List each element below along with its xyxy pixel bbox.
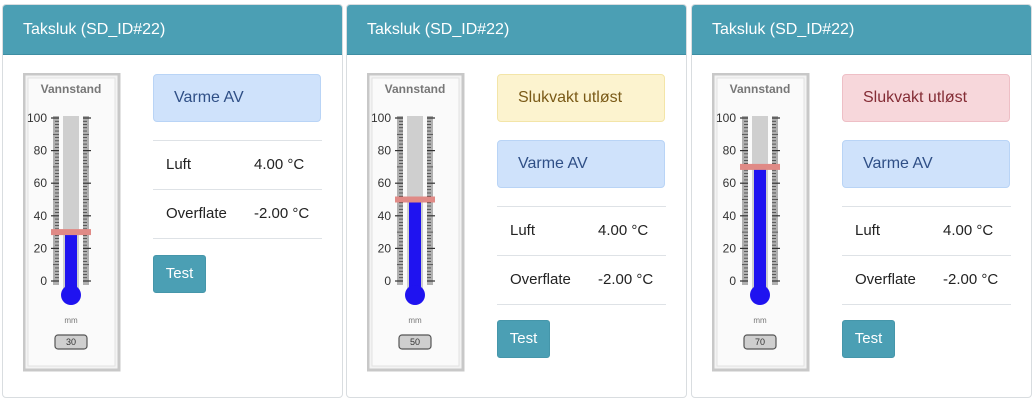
tick-rail-right — [772, 116, 778, 285]
reading-value: 4.00 °C — [254, 156, 305, 173]
reading-label: Luft — [855, 222, 881, 239]
reading-label: Luft — [510, 222, 536, 239]
reading-value: 4.00 °C — [943, 222, 994, 239]
tick-label: 60 — [723, 176, 737, 190]
tick-label: 40 — [723, 209, 737, 223]
tick-label: 60 — [34, 176, 48, 190]
reading-label: Overflate — [855, 271, 916, 288]
value-readout: 30 — [66, 337, 76, 347]
table-row: Luft 4.00 °C — [842, 207, 1011, 256]
drain-alarm-alert: Slukvakt utløst — [842, 74, 1010, 122]
gauge-svg: Vannstand 100 80 60 40 20 0 mm 70 — [712, 73, 810, 372]
readings-table: Luft 4.00 °C Overflate -2.00 °C — [842, 206, 1011, 305]
gauge-unit: mm — [64, 316, 78, 325]
tick-label: 40 — [34, 209, 48, 223]
tick-label: 100 — [716, 111, 736, 125]
heating-off-alert: Varme AV — [842, 140, 1010, 188]
tick-rail-right — [83, 116, 89, 285]
table-row: Luft 4.00 °C — [153, 141, 322, 190]
gauge-title: Vannstand — [41, 82, 102, 96]
gauge-title: Vannstand — [730, 82, 791, 96]
gauge-unit: mm — [753, 316, 767, 325]
gauge-fill — [409, 199, 421, 295]
table-row: Luft 4.00 °C — [497, 207, 666, 256]
value-readout: 70 — [755, 337, 765, 347]
table-row: Overflate -2.00 °C — [497, 256, 666, 305]
tick-rail-left — [742, 116, 748, 285]
tick-rail-left — [53, 116, 59, 285]
reading-value: 4.00 °C — [598, 222, 649, 239]
reading-value: -2.00 °C — [943, 271, 999, 288]
gauge-bulb — [750, 285, 770, 305]
gauge-title: Vannstand — [385, 82, 446, 96]
table-row: Overflate -2.00 °C — [842, 256, 1011, 305]
tick-label: 80 — [34, 144, 48, 158]
tick-label: 0 — [40, 274, 47, 288]
card-title: Taksluk (SD_ID#22) — [347, 5, 686, 55]
gauge-unit: mm — [408, 316, 422, 325]
water-level-gauge: Vannstand 100 80 60 40 20 0 mm 70 — [712, 73, 812, 373]
value-readout: 50 — [410, 337, 420, 347]
level-marker — [51, 229, 91, 236]
water-level-gauge: Vannstand 100 80 60 40 20 0 mm 50 — [367, 73, 467, 373]
level-marker — [395, 196, 435, 203]
heating-off-alert: Varme AV — [153, 74, 321, 122]
tick-label: 60 — [378, 176, 392, 190]
tick-label: 20 — [723, 241, 737, 255]
test-button[interactable]: Test — [153, 255, 206, 293]
sensor-card: Taksluk (SD_ID#22) Vannstand 100 80 60 40 20 0… — [2, 4, 343, 398]
tick-label: 0 — [384, 274, 391, 288]
gauge-svg: Vannstand 100 80 60 40 20 0 mm 50 — [367, 73, 465, 372]
tick-label: 20 — [34, 241, 48, 255]
reading-label: Luft — [166, 156, 192, 173]
tick-label: 100 — [27, 111, 47, 125]
reading-label: Overflate — [510, 271, 571, 288]
tick-label: 0 — [729, 274, 736, 288]
tick-label: 100 — [371, 111, 391, 125]
gauge-svg: Vannstand 100 80 60 40 20 0 mm 30 — [23, 73, 121, 372]
gauge-bulb — [61, 285, 81, 305]
water-level-gauge: Vannstand 100 80 60 40 20 0 mm 30 — [23, 73, 123, 373]
level-marker — [740, 163, 780, 170]
reading-value: -2.00 °C — [598, 271, 654, 288]
gauge-fill — [754, 166, 766, 295]
card-title: Taksluk (SD_ID#22) — [692, 5, 1031, 55]
test-button[interactable]: Test — [497, 320, 550, 358]
tick-label: 20 — [378, 241, 392, 255]
sensor-card: Taksluk (SD_ID#22) Vannstand 100 80 60 40 20 0… — [346, 4, 687, 398]
drain-alarm-alert: Slukvakt utløst — [497, 74, 665, 122]
heating-off-alert: Varme AV — [497, 140, 665, 188]
tick-label: 40 — [378, 209, 392, 223]
table-row: Overflate -2.00 °C — [153, 190, 322, 239]
reading-value: -2.00 °C — [254, 205, 310, 222]
sensor-card: Taksluk (SD_ID#22) Vannstand 100 80 60 40 20 0… — [691, 4, 1032, 398]
gauge-bulb — [405, 285, 425, 305]
tick-label: 80 — [378, 144, 392, 158]
reading-label: Overflate — [166, 205, 227, 222]
readings-table: Luft 4.00 °C Overflate -2.00 °C — [153, 140, 322, 239]
test-button[interactable]: Test — [842, 320, 895, 358]
card-title: Taksluk (SD_ID#22) — [3, 5, 342, 55]
tick-label: 80 — [723, 144, 737, 158]
readings-table: Luft 4.00 °C Overflate -2.00 °C — [497, 206, 666, 305]
